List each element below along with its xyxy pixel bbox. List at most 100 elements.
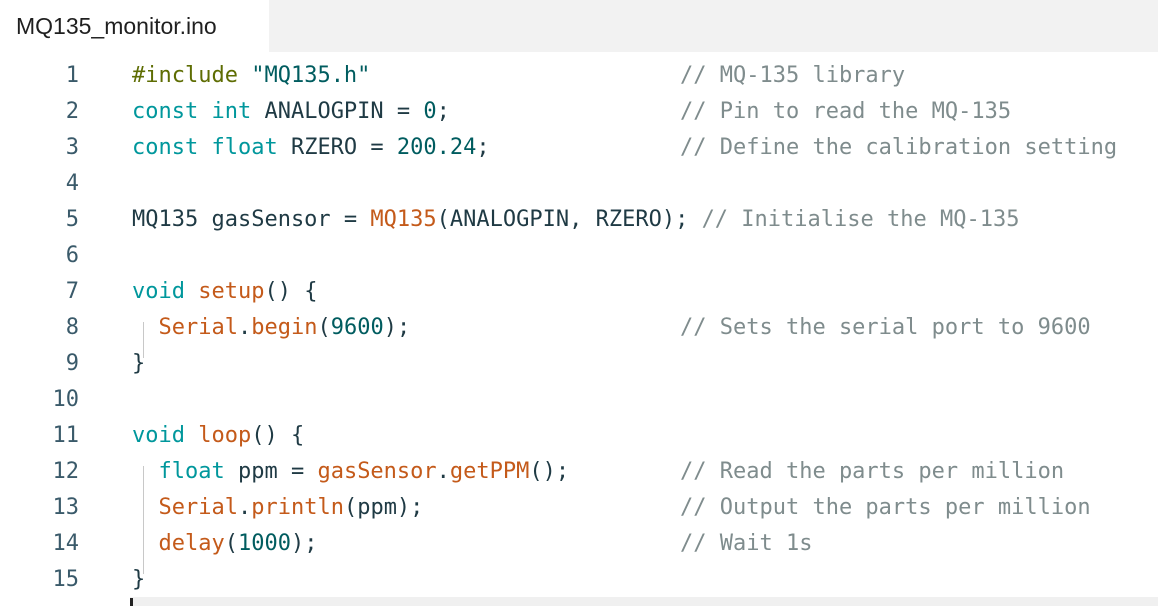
code-text: }: [132, 562, 145, 598]
code-token: gasSensor: [317, 459, 437, 484]
code-token: MQ135: [370, 207, 437, 232]
code-token: ANALOGPIN =: [251, 99, 424, 124]
code-line[interactable]: 14 delay(1000); // Wait 1s: [0, 526, 1158, 562]
line-number: 9: [65, 351, 79, 376]
code-line[interactable]: 3 const float RZERO = 200.24; // Define th…: [0, 130, 1158, 166]
code-token: float: [158, 459, 225, 484]
code-token: delay: [158, 531, 225, 556]
line-number: 12: [52, 459, 80, 484]
line-number: 3: [65, 135, 79, 160]
code-text: #include "MQ135.h": [132, 58, 370, 94]
code-comment: // Wait 1s: [680, 531, 813, 556]
code-comment: // MQ-135 library: [680, 63, 906, 88]
line-number: 5: [65, 207, 79, 232]
code-token: 200.24: [396, 135, 477, 160]
code-line[interactable]: 7 void setup() {: [0, 274, 1158, 310]
line-number: 11: [52, 423, 80, 448]
code-comment: // Sets the serial port to 9600: [680, 315, 1091, 340]
code-token: (ANALOGPIN, RZERO);: [436, 207, 702, 232]
code-token: // Initialise the MQ-135: [701, 207, 1020, 232]
code-line[interactable]: 5 MQ135 gasSensor = MQ135(ANALOGPIN, RZER…: [0, 202, 1158, 238]
code-comment: // Define the calibration setting: [680, 135, 1118, 160]
code-text: Serial.println(ppm);: [132, 490, 424, 526]
code-token: println: [251, 495, 344, 520]
code-token: () {: [251, 423, 305, 448]
line-number: 1: [65, 63, 79, 88]
code-line[interactable]: 4: [0, 166, 1158, 202]
line-number: 8: [65, 315, 79, 340]
code-comment: // Pin to read the MQ-135: [680, 99, 1012, 124]
code-token: }: [132, 567, 146, 592]
code-text: float ppm = gasSensor.getPPM();: [132, 454, 570, 490]
code-text: MQ135 gasSensor = MQ135(ANALOGPIN, RZERO…: [132, 202, 1019, 238]
code-token: const int: [132, 99, 252, 124]
code-token: (: [224, 531, 238, 556]
code-line[interactable]: 15}: [0, 562, 1158, 598]
code-text: delay(1000);: [132, 526, 318, 562]
line-number: 10: [52, 387, 80, 412]
code-text: const int ANALOGPIN = 0;: [132, 94, 450, 130]
code-token: setup: [198, 279, 265, 304]
code-text: Serial.begin(9600);: [132, 310, 411, 346]
code-token: begin: [251, 315, 318, 340]
code-token: 0: [423, 99, 437, 124]
code-token: ;: [436, 99, 450, 124]
code-text: }: [132, 346, 145, 382]
code-token: );: [290, 531, 318, 556]
code-text: const float RZERO = 200.24;: [132, 130, 490, 166]
code-comment: // Read the parts per million: [680, 459, 1065, 484]
line-number: 7: [65, 279, 79, 304]
code-line[interactable]: 10: [0, 382, 1158, 418]
code-text: void loop() {: [132, 418, 304, 454]
code-line[interactable]: 9}: [0, 346, 1158, 382]
code-token: "MQ135.h": [251, 63, 371, 88]
code-line[interactable]: 1 #include "MQ135.h" // MQ-135 library: [0, 58, 1158, 94]
code-token: .: [237, 315, 252, 340]
code-comment: // Output the parts per million: [680, 495, 1091, 520]
code-token: loop: [198, 423, 252, 448]
code-token: #include: [132, 63, 252, 88]
code-editor[interactable]: 1 #include "MQ135.h" // MQ-135 library 2 con…: [0, 52, 1158, 606]
horizontal-scrollbar[interactable]: [130, 597, 1158, 606]
file-tab[interactable]: MQ135_monitor.ino: [0, 0, 269, 52]
code-token: () {: [264, 279, 318, 304]
code-token: ;: [476, 135, 490, 160]
code-token: Serial: [158, 495, 238, 520]
code-token: ();: [529, 459, 570, 484]
code-token: void: [132, 423, 185, 448]
code-line[interactable]: 11 void loop() {: [0, 418, 1158, 454]
code-token: RZERO =: [277, 135, 397, 160]
code-token: MQ135 gasSensor =: [132, 207, 371, 232]
line-number: 14: [52, 531, 80, 556]
code-line[interactable]: 8 Serial.begin(9600); // Sets the serial …: [0, 310, 1158, 346]
code-token: }: [132, 351, 146, 376]
code-token: (ppm);: [343, 495, 424, 520]
tab-bar: MQ135_monitor.ino: [0, 0, 1158, 52]
code-text: void setup() {: [132, 274, 317, 310]
code-token: .: [436, 459, 450, 484]
code-line[interactable]: 2 const int ANALOGPIN = 0; // Pin to read …: [0, 94, 1158, 130]
code-line[interactable]: 6: [0, 238, 1158, 274]
code-token: (: [317, 315, 331, 340]
line-number: 2: [65, 99, 79, 124]
code-line[interactable]: 12 float ppm = gasSensor.getPPM(); // Rea…: [0, 454, 1158, 490]
code-token: getPPM: [449, 459, 530, 484]
line-number: 6: [65, 243, 79, 268]
code-token: .: [237, 495, 252, 520]
code-token: Serial: [158, 315, 238, 340]
code-token: const float: [132, 135, 278, 160]
line-number: 15: [52, 567, 80, 592]
code-token: void: [132, 279, 185, 304]
code-token: ppm =: [224, 459, 318, 484]
code-token: );: [383, 315, 411, 340]
line-number: 13: [52, 495, 80, 520]
text-cursor: [130, 598, 133, 606]
code-line[interactable]: 13 Serial.println(ppm); // Output the par…: [0, 490, 1158, 526]
code-token: 9600: [330, 315, 384, 340]
